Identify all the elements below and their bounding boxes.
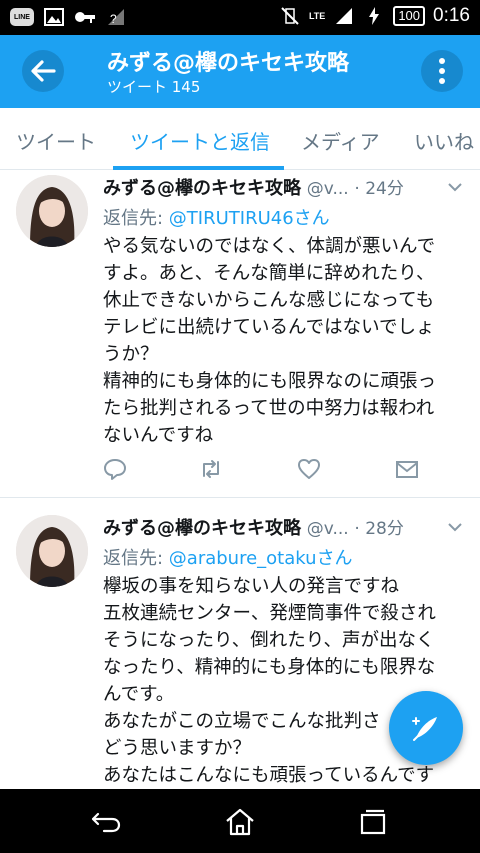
tweet-time: · 28分 — [354, 519, 404, 539]
chevron-down-icon[interactable] — [448, 180, 462, 194]
tweet-header: みずる@欅のキセキ攻略 @v... · 28分 — [103, 514, 404, 540]
avatar-image — [16, 175, 88, 247]
network-type: LTE — [308, 11, 326, 21]
tweet-line: やる気ないのではなく、体調が悪いんで — [103, 236, 436, 257]
reply-mention[interactable]: @TIRUTIRU46 — [169, 208, 294, 229]
tweet-line: 精神的にも身体的にも限界なのに頑張っ — [103, 371, 437, 392]
tab-tweets[interactable]: ツイート — [16, 126, 96, 155]
more-dot — [439, 68, 445, 74]
reply-mention[interactable]: @arabure_otaku — [169, 548, 317, 569]
tweet-time: · 24分 — [354, 179, 404, 199]
home-icon — [226, 808, 254, 836]
vibrate-off-icon — [279, 5, 301, 27]
reply-to: 返信先: @arabure_otakuさん — [103, 544, 353, 570]
nav-back-button[interactable] — [89, 805, 123, 839]
battery-level: 100 — [393, 6, 426, 26]
message-icon[interactable] — [395, 457, 419, 481]
nav-home-button[interactable] — [223, 805, 257, 839]
more-options-button[interactable] — [421, 50, 463, 92]
tweet-header: みずる@欅のキセキ攻略 @v... · 24分 — [103, 174, 404, 200]
tweet-line: 五枚連続センター、発煙筒事件で殺され — [103, 603, 436, 624]
profile-tabs: ツイート ツイートと返信 メディア いいね — [0, 108, 480, 170]
clock: 0:16 — [433, 5, 470, 26]
tweet-text: やる気ないのではなく、体調が悪いんで すよ。あと、そんな簡単に辞めれたり、 休止… — [103, 233, 473, 449]
author-name[interactable]: みずる@欅のキセキ攻略 — [103, 518, 301, 539]
compose-tweet-button[interactable] — [389, 691, 463, 765]
profile-header: みずる@欅のキセキ攻略 ツイート 145 — [0, 35, 480, 108]
arrow-left-icon — [31, 60, 56, 82]
avatar[interactable] — [16, 175, 88, 247]
tweet-line: 欅坂の事を知らない人の発言ですね — [103, 576, 400, 597]
svg-text:?: ? — [110, 12, 117, 26]
back-button[interactable] — [22, 50, 64, 92]
status-bar: LINE ? LTE 100 0:16 — [0, 0, 480, 35]
reply-suffix: さん — [316, 548, 353, 569]
system-nav-bar — [0, 789, 480, 853]
avatar[interactable] — [16, 515, 88, 587]
tweet-line: あなたはこんなにも頑張っているんです — [103, 765, 435, 786]
reply-to: 返信先: @TIRUTIRU46さん — [103, 204, 330, 230]
recent-apps-icon — [360, 809, 386, 835]
tweet-actions — [103, 457, 433, 483]
reply-suffix: さん — [293, 208, 330, 229]
tweet-card[interactable]: みずる@欅のキセキ攻略 @v... · 24分 返信先: @TIRUTIRU46… — [0, 171, 480, 497]
tweet-line: 休止できないからこんな感じになっても — [103, 290, 435, 311]
more-vertical-icon — [439, 58, 445, 64]
system-icons: LTE 100 0:16 — [279, 5, 470, 27]
more-dot — [439, 78, 445, 84]
like-icon[interactable] — [297, 457, 321, 481]
active-tab-indicator — [113, 166, 284, 170]
key-icon — [74, 6, 96, 28]
tweet-count: ツイート 145 — [107, 78, 201, 96]
nav-recents-button[interactable] — [356, 805, 390, 839]
tweet-line: なったり、精神的にも身体的にも限界な — [103, 657, 436, 678]
tab-tweets-and-replies[interactable]: ツイートと返信 — [130, 126, 270, 155]
tweet-line: たら批判されるって世の中努力は報われ — [103, 398, 435, 419]
author-name[interactable]: みずる@欅のキセキ攻略 — [103, 178, 301, 199]
line-app-icon: LINE — [10, 8, 34, 26]
compose-quill-icon — [412, 717, 437, 741]
notification-icons: LINE ? — [10, 6, 127, 28]
signal-question-icon: ? — [105, 6, 127, 28]
signal-icon — [333, 5, 355, 27]
tweet-line: ないんですね — [103, 425, 214, 446]
nav-back-icon — [91, 812, 121, 833]
tweet-divider — [0, 497, 480, 498]
reply-prefix: 返信先: — [103, 208, 169, 229]
author-handle: @v... — [306, 179, 349, 199]
line-badge-label: LINE — [14, 13, 30, 21]
tab-media[interactable]: メディア — [301, 126, 380, 155]
retweet-icon[interactable] — [199, 457, 223, 481]
tweet-line: そうになったり、倒れたり、声が出なく — [103, 630, 435, 651]
avatar-image — [16, 515, 88, 587]
reply-icon[interactable] — [103, 457, 127, 481]
image-icon — [43, 6, 65, 28]
tweet-line: テレビに出続けているんではないでしょ — [103, 317, 435, 338]
author-handle: @v... — [306, 519, 349, 539]
profile-title: みずる@欅のキセキ攻略 — [107, 51, 350, 76]
reply-prefix: 返信先: — [103, 548, 169, 569]
tweet-line: すよ。あと、そんな簡単に辞めれたり、 — [103, 263, 435, 284]
chevron-down-icon[interactable] — [448, 520, 462, 534]
charging-icon — [363, 5, 385, 27]
tab-likes[interactable]: いいね — [414, 126, 474, 155]
tweet-line: うか？ — [103, 344, 159, 365]
